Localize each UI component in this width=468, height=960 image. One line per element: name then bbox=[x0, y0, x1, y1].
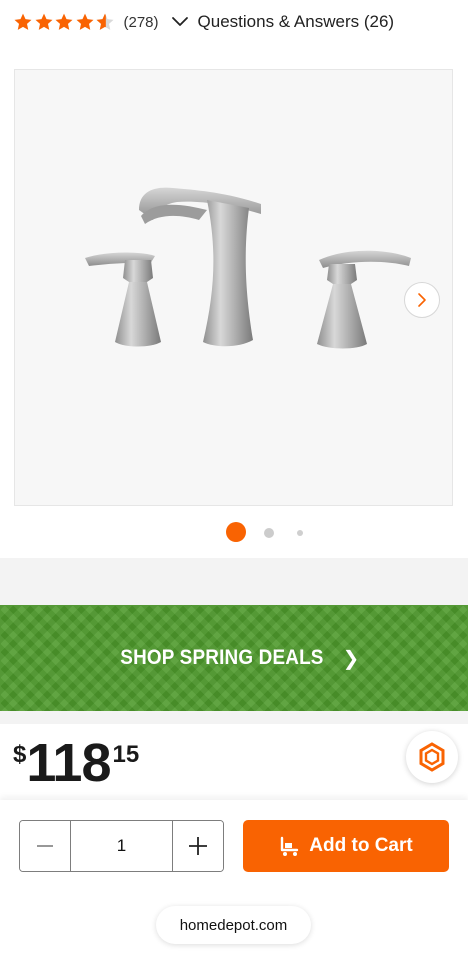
hexagon-icon bbox=[419, 742, 445, 772]
star-icon bbox=[76, 13, 93, 30]
carousel-dot[interactable] bbox=[264, 528, 274, 538]
half-star-icon bbox=[96, 13, 114, 30]
promo-label: SHOP SPRING DEALS bbox=[119, 646, 324, 669]
plus-icon bbox=[189, 837, 207, 855]
carousel-dot[interactable] bbox=[297, 530, 303, 536]
minus-icon bbox=[37, 845, 53, 847]
star-rating[interactable] bbox=[13, 12, 116, 32]
quantity-input[interactable]: 1 bbox=[70, 821, 173, 871]
cart-icon bbox=[281, 836, 299, 856]
price-cents: 15 bbox=[112, 741, 140, 768]
price-currency: $ bbox=[13, 741, 27, 768]
star-icon bbox=[14, 13, 32, 30]
product-price: $ 118 15 bbox=[13, 735, 139, 791]
star-icon bbox=[35, 13, 52, 30]
product-image-carousel[interactable] bbox=[14, 69, 453, 506]
rating-row: (278) Questions & Answers (26) bbox=[0, 0, 468, 44]
quantity-stepper: 1 bbox=[19, 820, 224, 872]
increase-quantity-button[interactable] bbox=[173, 821, 223, 871]
pro-badge-button[interactable] bbox=[406, 731, 458, 783]
chevron-right-icon bbox=[418, 293, 426, 307]
questions-answers-link[interactable]: Questions & Answers (26) bbox=[198, 12, 395, 32]
add-to-cart-label: Add to Cart bbox=[309, 835, 413, 856]
review-count[interactable]: (278) bbox=[124, 14, 159, 31]
chevron-right-icon: ❯ bbox=[342, 647, 360, 670]
next-image-button[interactable] bbox=[404, 282, 440, 318]
chevron-down-icon[interactable] bbox=[171, 13, 189, 31]
carousel-dot-active[interactable] bbox=[226, 522, 246, 542]
star-icon bbox=[55, 13, 73, 30]
price-section: $ 118 15 bbox=[0, 725, 468, 800]
price-dollars: 118 bbox=[26, 733, 111, 793]
product-image bbox=[85, 187, 411, 349]
carousel-pagination bbox=[0, 522, 468, 542]
add-to-cart-button[interactable]: Add to Cart bbox=[243, 820, 449, 872]
promo-banner[interactable]: SHOP SPRING DEALS ❯ bbox=[0, 605, 468, 711]
decrease-quantity-button[interactable] bbox=[20, 821, 70, 871]
browser-url-bar[interactable]: homedepot.com bbox=[156, 906, 311, 944]
